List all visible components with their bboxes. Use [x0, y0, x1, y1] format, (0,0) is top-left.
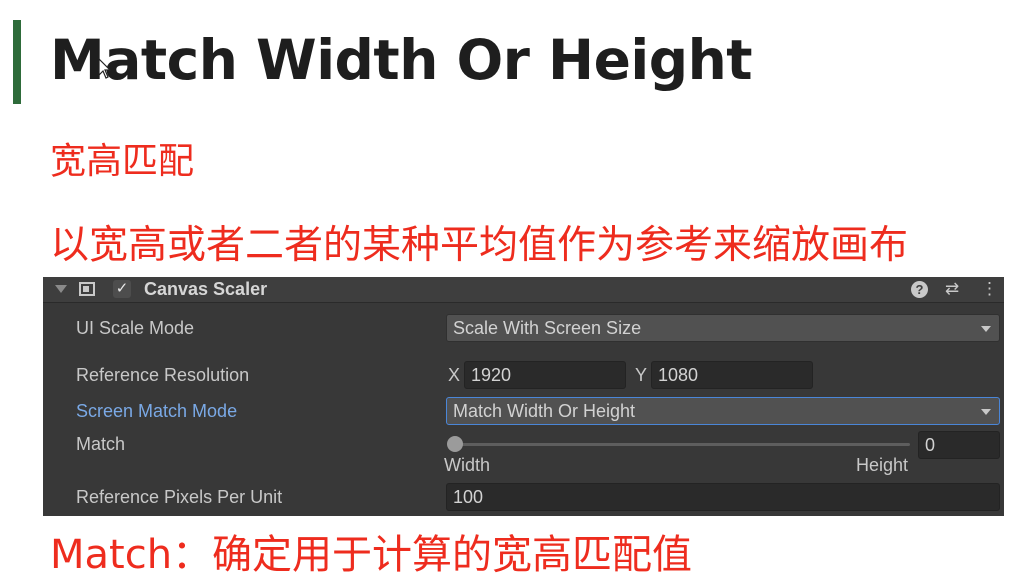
- canvas-scaler-icon: [79, 282, 95, 296]
- ui-scale-mode-dropdown[interactable]: Scale With Screen Size: [446, 314, 1000, 342]
- context-menu-icon[interactable]: ⋮: [981, 279, 998, 299]
- slide-subtitle: 宽高匹配: [50, 141, 195, 182]
- slider-width-label: Width: [444, 455, 491, 475]
- reference-resolution-label: Reference Resolution: [76, 365, 250, 385]
- mouse-cursor-icon: [98, 58, 112, 79]
- component-header[interactable]: ✓ Canvas Scaler ? ⇄ ⋮: [43, 277, 1004, 303]
- chevron-down-icon: [981, 326, 991, 332]
- screen-match-mode-label: Screen Match Mode: [76, 401, 238, 421]
- foldout-arrow-icon[interactable]: [55, 285, 67, 293]
- reference-resolution-y-input[interactable]: 1080: [651, 361, 813, 389]
- preset-icon[interactable]: ⇄: [945, 279, 959, 299]
- screen-match-mode-value: Match Width Or Height: [453, 401, 636, 421]
- match-slider-track[interactable]: [455, 443, 910, 446]
- chevron-down-icon: [981, 409, 991, 415]
- match-note: Match：确定用于计算的宽高匹配值: [50, 532, 693, 578]
- y-axis-label: Y: [635, 365, 648, 385]
- canvas-scaler-inspector: ✓ Canvas Scaler ? ⇄ ⋮ UI Scale Mode Scal…: [43, 277, 1004, 516]
- slide-title: Match Width Or Height: [50, 28, 753, 92]
- slider-height-label: Height: [856, 455, 909, 475]
- ui-scale-mode-label: UI Scale Mode: [76, 318, 195, 338]
- reference-pixels-per-unit-input[interactable]: 100: [446, 483, 1000, 511]
- reference-resolution-x-input[interactable]: 1920: [464, 361, 626, 389]
- ui-scale-mode-value: Scale With Screen Size: [453, 318, 642, 338]
- title-accent-bar: [13, 20, 21, 104]
- match-label: Match: [76, 434, 126, 454]
- match-value-input[interactable]: 0: [918, 431, 1000, 459]
- help-icon[interactable]: ?: [911, 281, 928, 298]
- component-title: Canvas Scaler: [144, 279, 268, 299]
- checkmark-icon[interactable]: ✓: [113, 280, 131, 298]
- slide-description: 以宽高或者二者的某种平均值作为参考来缩放画布: [50, 223, 909, 268]
- x-axis-label: X: [448, 365, 461, 385]
- match-slider-handle[interactable]: [447, 436, 463, 452]
- reference-pixels-per-unit-label: Reference Pixels Per Unit: [76, 487, 283, 507]
- screen-match-mode-dropdown[interactable]: Match Width Or Height: [446, 397, 1000, 425]
